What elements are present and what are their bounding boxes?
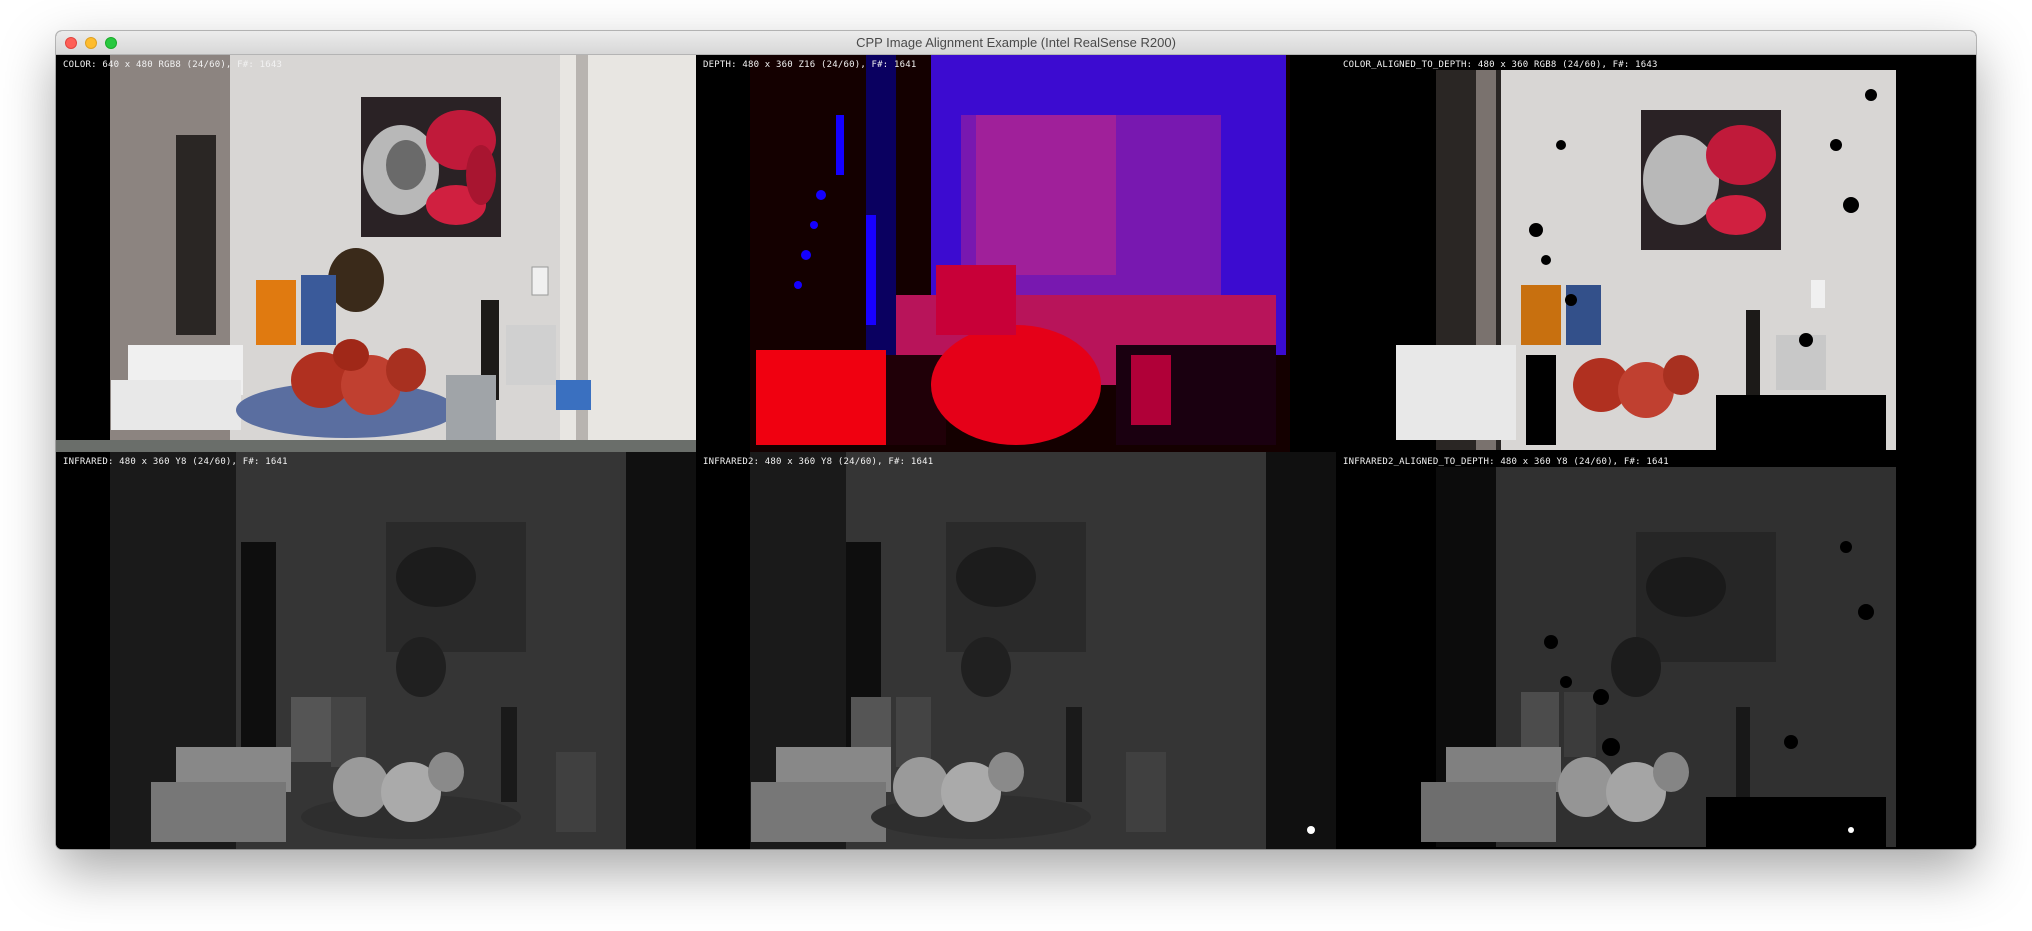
infrared-stream-view: INFRARED: 480 x 360 Y8 (24/60), F#: 1641: [56, 452, 696, 849]
color-image: [56, 55, 696, 452]
color-aligned-stream-label: COLOR_ALIGNED_TO_DEPTH: 480 x 360 RGB8 (…: [1343, 60, 1658, 70]
stream-grid: COLOR: 640 x 480 RGB8 (24/60), F#: 1643: [56, 55, 1976, 849]
infrared2-aligned-stream-view: INFRARED2_ALIGNED_TO_DEPTH: 480 x 360 Y8…: [1336, 452, 1976, 849]
depth-stream-view: DEPTH: 480 x 360 Z16 (24/60), F#: 1641: [696, 55, 1336, 452]
depth-image: [696, 55, 1336, 452]
color-aligned-image: [1336, 55, 1976, 452]
infrared2-stream-label: INFRARED2: 480 x 360 Y8 (24/60), F#: 164…: [703, 457, 934, 467]
infrared2-image: [696, 452, 1336, 849]
color-aligned-stream-view: COLOR_ALIGNED_TO_DEPTH: 480 x 360 RGB8 (…: [1336, 55, 1976, 452]
color-stream-label: COLOR: 640 x 480 RGB8 (24/60), F#: 1643: [63, 60, 283, 70]
window-title: CPP Image Alignment Example (Intel RealS…: [856, 35, 1176, 50]
infrared2-aligned-stream-label: INFRARED2_ALIGNED_TO_DEPTH: 480 x 360 Y8…: [1343, 457, 1669, 467]
app-window: CPP Image Alignment Example (Intel RealS…: [56, 31, 1976, 849]
title-bar[interactable]: CPP Image Alignment Example (Intel RealS…: [56, 31, 1976, 55]
infrared2-aligned-image: [1336, 452, 1976, 849]
infrared-image: [56, 452, 696, 849]
color-stream-view: COLOR: 640 x 480 RGB8 (24/60), F#: 1643: [56, 55, 696, 452]
infrared-stream-label: INFRARED: 480 x 360 Y8 (24/60), F#: 1641: [63, 457, 288, 467]
infrared2-stream-view: INFRARED2: 480 x 360 Y8 (24/60), F#: 164…: [696, 452, 1336, 849]
depth-stream-label: DEPTH: 480 x 360 Z16 (24/60), F#: 1641: [703, 60, 917, 70]
